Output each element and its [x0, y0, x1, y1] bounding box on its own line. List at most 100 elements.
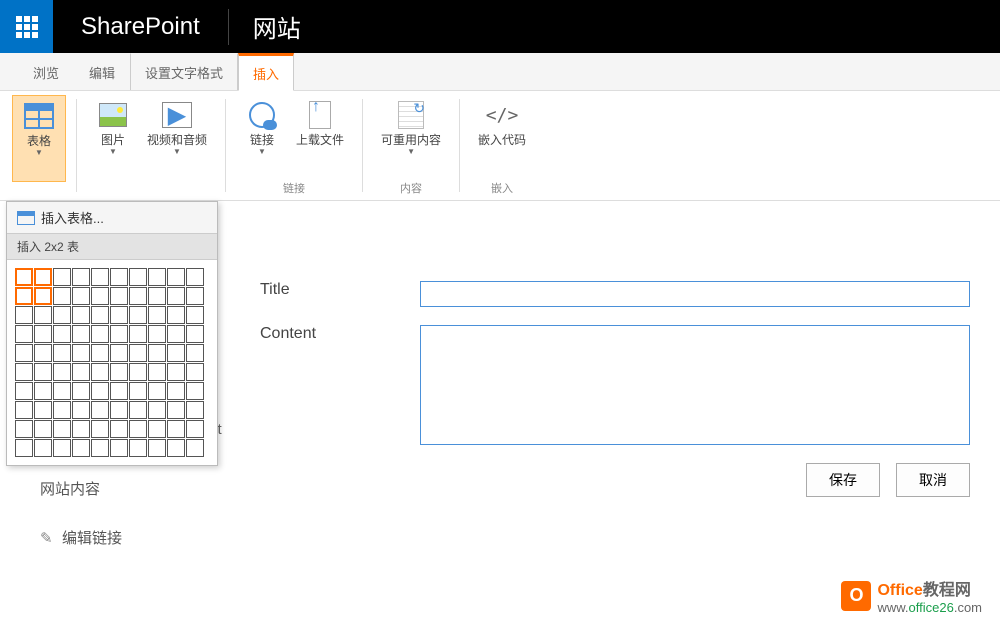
grid-cell[interactable]: [167, 439, 185, 457]
insert-picture-button[interactable]: 图片 ▼: [87, 95, 139, 182]
grid-cell[interactable]: [72, 325, 90, 343]
grid-cell[interactable]: [72, 420, 90, 438]
grid-cell[interactable]: [110, 287, 128, 305]
insert-video-audio-button[interactable]: ▶ 视频和音频 ▼: [139, 95, 215, 182]
grid-cell[interactable]: [34, 325, 52, 343]
grid-cell[interactable]: [72, 363, 90, 381]
grid-cell[interactable]: [15, 268, 33, 286]
grid-cell[interactable]: [129, 439, 147, 457]
grid-cell[interactable]: [110, 382, 128, 400]
table-size-grid[interactable]: [7, 260, 217, 465]
grid-cell[interactable]: [53, 344, 71, 362]
grid-cell[interactable]: [186, 401, 204, 419]
grid-cell[interactable]: [110, 363, 128, 381]
grid-cell[interactable]: [186, 325, 204, 343]
grid-cell[interactable]: [110, 439, 128, 457]
content-editor[interactable]: [420, 325, 970, 445]
grid-cell[interactable]: [129, 287, 147, 305]
grid-cell[interactable]: [186, 382, 204, 400]
grid-cell[interactable]: [15, 363, 33, 381]
grid-cell[interactable]: [148, 382, 166, 400]
grid-cell[interactable]: [186, 363, 204, 381]
grid-cell[interactable]: [148, 287, 166, 305]
grid-cell[interactable]: [148, 363, 166, 381]
grid-cell[interactable]: [110, 325, 128, 343]
grid-cell[interactable]: [72, 287, 90, 305]
grid-cell[interactable]: [167, 268, 185, 286]
grid-cell[interactable]: [72, 439, 90, 457]
grid-cell[interactable]: [53, 268, 71, 286]
grid-cell[interactable]: [15, 287, 33, 305]
grid-cell[interactable]: [129, 268, 147, 286]
nav-edit-links[interactable]: ✎ 编辑链接: [40, 527, 122, 548]
grid-cell[interactable]: [186, 344, 204, 362]
cancel-button[interactable]: 取消: [896, 463, 970, 497]
grid-cell[interactable]: [53, 401, 71, 419]
grid-cell[interactable]: [53, 420, 71, 438]
grid-cell[interactable]: [110, 344, 128, 362]
grid-cell[interactable]: [167, 325, 185, 343]
grid-cell[interactable]: [91, 325, 109, 343]
grid-cell[interactable]: [129, 401, 147, 419]
grid-cell[interactable]: [110, 401, 128, 419]
grid-cell[interactable]: [15, 325, 33, 343]
grid-cell[interactable]: [15, 382, 33, 400]
grid-cell[interactable]: [15, 439, 33, 457]
grid-cell[interactable]: [15, 401, 33, 419]
insert-table-button[interactable]: 表格 ▼: [12, 95, 66, 182]
insert-link-button[interactable]: 链接 ▼: [236, 95, 288, 178]
grid-cell[interactable]: [148, 439, 166, 457]
grid-cell[interactable]: [167, 420, 185, 438]
grid-cell[interactable]: [186, 268, 204, 286]
grid-cell[interactable]: [53, 306, 71, 324]
grid-cell[interactable]: [34, 363, 52, 381]
grid-cell[interactable]: [53, 325, 71, 343]
grid-cell[interactable]: [186, 420, 204, 438]
nav-site-contents[interactable]: 网站内容: [40, 478, 122, 499]
grid-cell[interactable]: [148, 401, 166, 419]
grid-cell[interactable]: [34, 287, 52, 305]
grid-cell[interactable]: [148, 344, 166, 362]
grid-cell[interactable]: [91, 363, 109, 381]
grid-cell[interactable]: [15, 420, 33, 438]
grid-cell[interactable]: [53, 287, 71, 305]
grid-cell[interactable]: [91, 287, 109, 305]
grid-cell[interactable]: [129, 363, 147, 381]
grid-cell[interactable]: [167, 401, 185, 419]
grid-cell[interactable]: [91, 401, 109, 419]
grid-cell[interactable]: [72, 268, 90, 286]
grid-cell[interactable]: [129, 306, 147, 324]
grid-cell[interactable]: [15, 344, 33, 362]
grid-cell[interactable]: [186, 439, 204, 457]
grid-cell[interactable]: [110, 306, 128, 324]
tab-browse[interactable]: 浏览: [18, 53, 74, 90]
tab-insert[interactable]: 插入: [238, 53, 294, 91]
grid-cell[interactable]: [91, 439, 109, 457]
grid-cell[interactable]: [72, 306, 90, 324]
grid-cell[interactable]: [110, 268, 128, 286]
grid-cell[interactable]: [91, 306, 109, 324]
grid-cell[interactable]: [72, 344, 90, 362]
upload-file-button[interactable]: 上载文件: [288, 95, 352, 178]
grid-cell[interactable]: [53, 439, 71, 457]
grid-cell[interactable]: [167, 344, 185, 362]
grid-cell[interactable]: [34, 439, 52, 457]
reusable-content-button[interactable]: 可重用内容 ▼: [373, 95, 449, 178]
grid-cell[interactable]: [34, 401, 52, 419]
tab-edit[interactable]: 编辑: [74, 53, 130, 90]
grid-cell[interactable]: [72, 401, 90, 419]
grid-cell[interactable]: [167, 287, 185, 305]
grid-cell[interactable]: [129, 325, 147, 343]
site-title[interactable]: 网站: [229, 9, 325, 44]
grid-cell[interactable]: [91, 344, 109, 362]
app-launcher-button[interactable]: [0, 0, 53, 53]
insert-table-menu-item[interactable]: 插入表格...: [7, 202, 217, 233]
grid-cell[interactable]: [34, 420, 52, 438]
grid-cell[interactable]: [72, 382, 90, 400]
grid-cell[interactable]: [148, 325, 166, 343]
grid-cell[interactable]: [129, 344, 147, 362]
grid-cell[interactable]: [91, 420, 109, 438]
grid-cell[interactable]: [186, 306, 204, 324]
grid-cell[interactable]: [53, 382, 71, 400]
grid-cell[interactable]: [34, 306, 52, 324]
